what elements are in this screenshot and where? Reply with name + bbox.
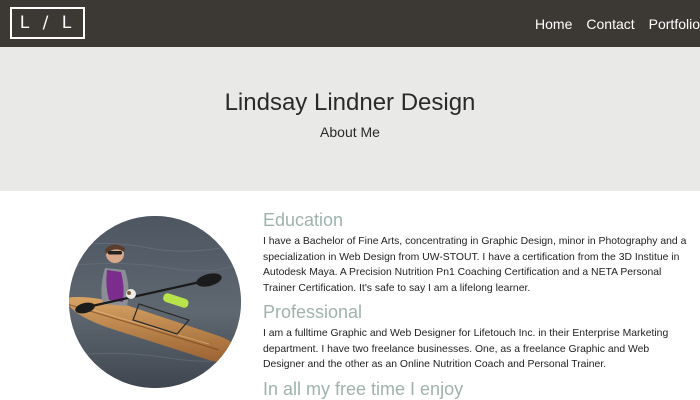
profile-photo (69, 216, 241, 388)
page-title: Lindsay Lindner Design (224, 89, 476, 116)
education-text: I have a Bachelor of Fine Arts, concentr… (263, 236, 687, 294)
navbar: L / L Home Contact Portfolio (0, 0, 700, 47)
page-subtitle: About Me (320, 124, 380, 140)
nav-links: Home Contact Portfolio (521, 0, 700, 47)
nav-contact-link[interactable]: Contact (586, 16, 634, 32)
kayak-photo-illustration (69, 216, 241, 388)
nav-portfolio-link[interactable]: Portfolio (649, 16, 700, 32)
professional-heading: Professional (263, 302, 363, 322)
free-time-heading: In all my free time I enjoy (263, 378, 464, 399)
site-logo[interactable]: L / L (10, 7, 85, 39)
hero-banner: Lindsay Lindner Design About Me (0, 47, 700, 191)
nav-home-link[interactable]: Home (535, 16, 572, 32)
education-heading: Education (263, 210, 344, 230)
about-content: Education I have a Bachelor of Fine Arts… (263, 208, 693, 400)
professional-text: I am a fulltime Graphic and Web Designer… (263, 328, 669, 370)
